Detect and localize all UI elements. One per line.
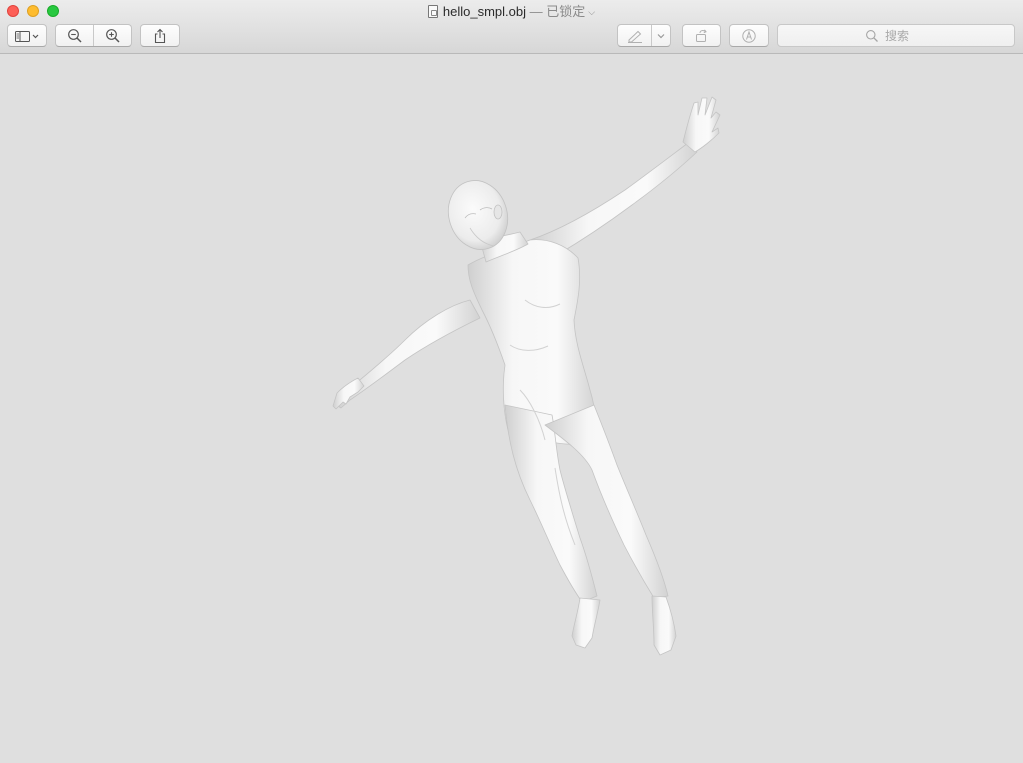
chevron-down-icon[interactable]: ⌵ bbox=[588, 4, 595, 21]
zoom-control bbox=[55, 24, 132, 47]
preview-window: hello_smpl.obj — 已锁定 ⌵ bbox=[0, 0, 1023, 763]
toolbar: hello_smpl.obj — 已锁定 ⌵ bbox=[0, 0, 1023, 54]
markup-button[interactable] bbox=[617, 24, 671, 47]
right-foot bbox=[651, 595, 677, 656]
rotate-button[interactable] bbox=[682, 24, 721, 47]
annotate-icon bbox=[742, 28, 756, 43]
rotate-icon bbox=[695, 29, 707, 42]
zoom-in-button[interactable] bbox=[94, 25, 131, 46]
doc-icon bbox=[427, 5, 438, 18]
right-hand bbox=[682, 96, 721, 153]
search-field[interactable] bbox=[777, 24, 1015, 47]
zoom-in-icon bbox=[105, 28, 120, 43]
share-button[interactable] bbox=[140, 24, 180, 47]
pen-icon bbox=[627, 30, 642, 43]
share-icon bbox=[154, 28, 166, 43]
annotate-button[interactable] bbox=[729, 24, 769, 47]
chevron-down-icon bbox=[657, 33, 665, 38]
zoom-out-button[interactable] bbox=[56, 25, 93, 46]
left-foot bbox=[571, 597, 601, 649]
zoom-out-icon bbox=[67, 28, 82, 43]
title-separator: — bbox=[529, 4, 543, 19]
search-icon bbox=[866, 29, 878, 42]
sidebar-icon bbox=[15, 30, 39, 42]
human-body-model[interactable] bbox=[0, 54, 1023, 763]
search-input[interactable] bbox=[883, 27, 927, 44]
lock-status: 已锁定 bbox=[546, 4, 586, 19]
3d-model-viewport[interactable] bbox=[0, 54, 1023, 763]
window-title[interactable]: hello_smpl.obj — 已锁定 ⌵ bbox=[0, 3, 1023, 22]
sidebar-view-button[interactable] bbox=[7, 24, 47, 47]
file-name: hello_smpl.obj bbox=[442, 4, 526, 19]
